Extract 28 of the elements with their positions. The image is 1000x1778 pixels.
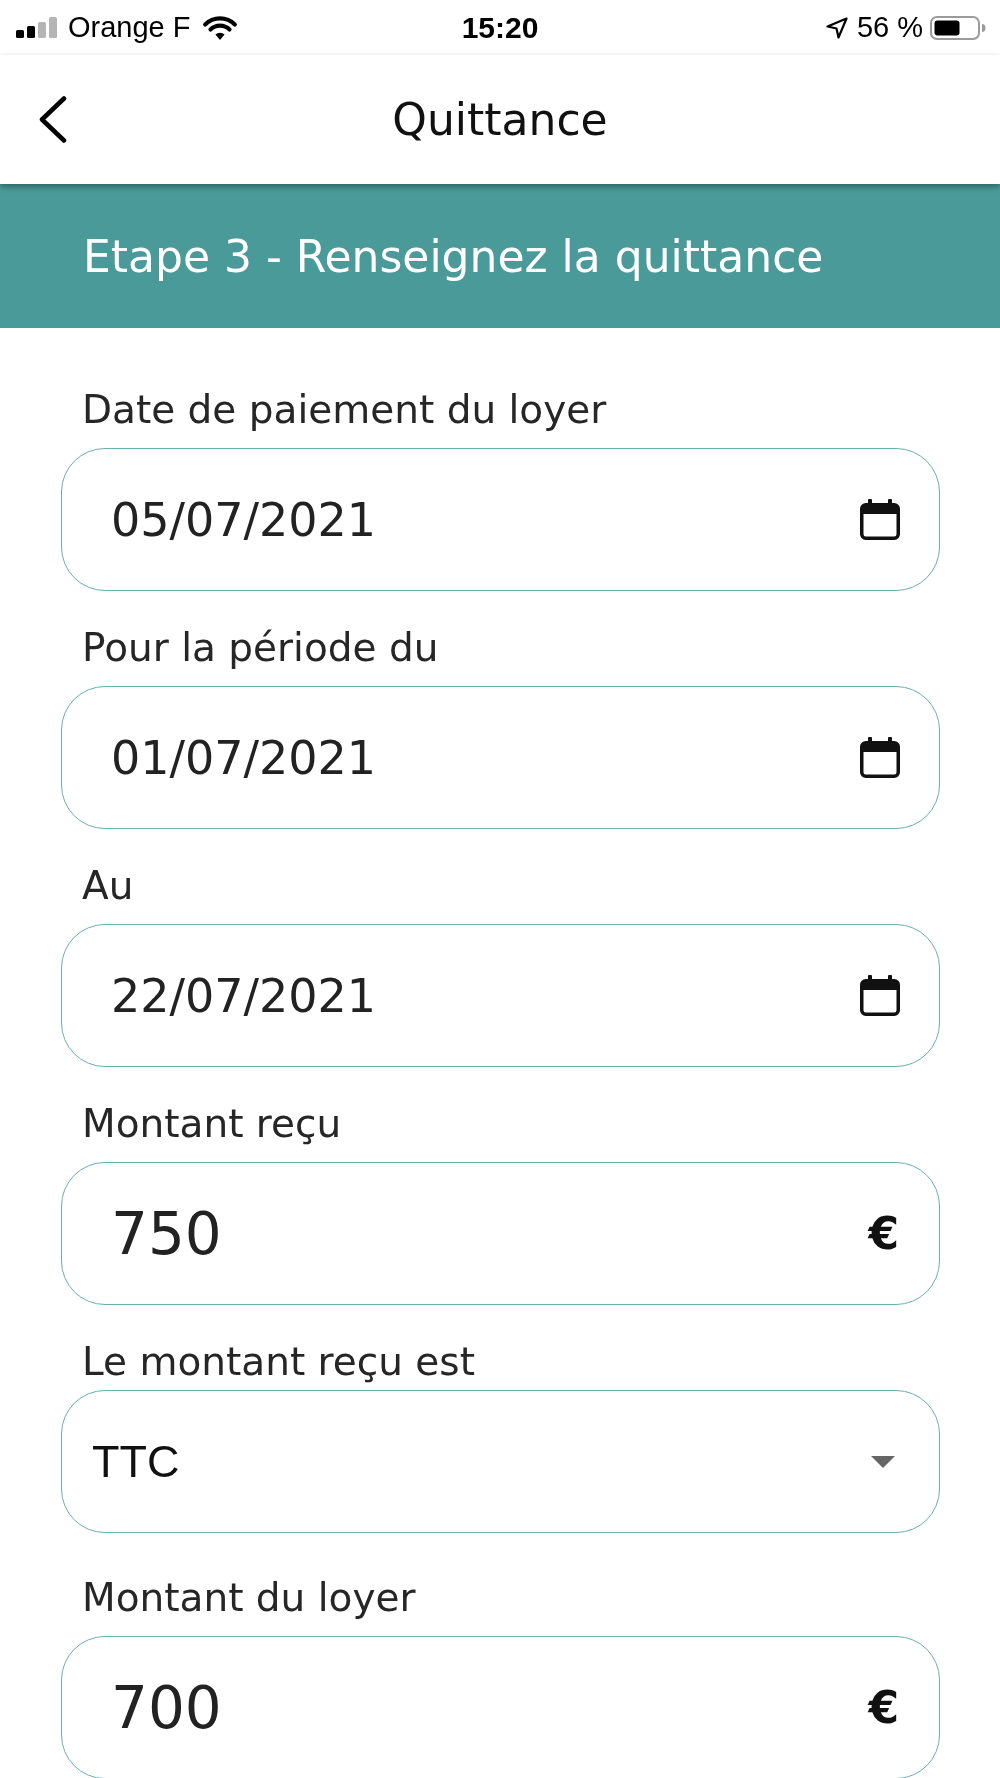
screen-title: Quittance [392,94,608,145]
clock-time: 15:20 [461,10,539,45]
field-label: Au [82,864,134,908]
step-title: Etape 3 - Renseignez la quittance [83,230,824,282]
amount-field[interactable]: 700 € [61,1636,940,1778]
field-label: Pour la période du [82,626,439,670]
currency-symbol: € [868,1682,899,1733]
calendar-icon[interactable] [860,975,900,1016]
field-label: Le montant reçu est [82,1340,475,1384]
calendar-icon[interactable] [860,499,900,540]
field-label: Date de paiement du loyer [82,388,607,432]
field-label: Montant du loyer [82,1576,416,1620]
date-field[interactable]: 05/07/2021 [61,448,940,591]
currency-symbol: € [868,1208,899,1259]
carrier-name: Orange F [68,11,191,44]
amount-field[interactable]: 750 € [61,1162,940,1305]
battery-icon [930,15,986,40]
battery-percentage: 56 % [856,11,923,44]
calendar-icon[interactable] [860,737,900,778]
date-field[interactable]: 22/07/2021 [61,924,940,1067]
signal-icon [16,17,57,38]
wifi-icon [201,14,238,41]
date-field[interactable]: 01/07/2021 [61,686,940,829]
location-arrow-icon [825,16,848,39]
field-label: Montant reçu [82,1102,342,1146]
back-icon[interactable] [38,96,67,143]
dropdown-field[interactable]: TTC [61,1390,940,1533]
caret-down-icon[interactable] [871,1455,895,1468]
